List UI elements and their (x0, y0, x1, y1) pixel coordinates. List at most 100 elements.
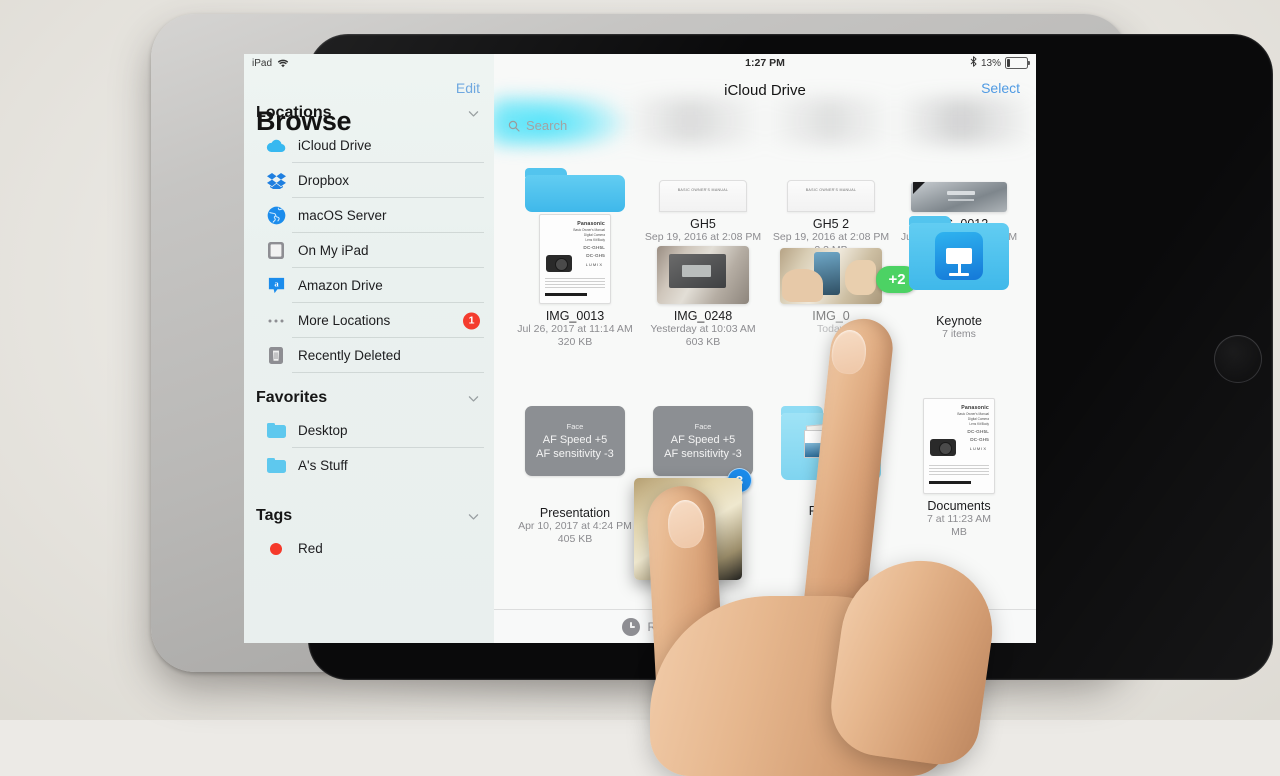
file-size: 405 KB (557, 532, 593, 545)
sidebar-item-amazon-drive[interactable]: a Amazon Drive (244, 268, 494, 303)
tab-browse[interactable]: Browse (841, 619, 908, 634)
dragged-file-stack[interactable] (634, 478, 742, 580)
sidebar-item-recently-deleted[interactable]: Recently Deleted (244, 338, 494, 373)
slide-line-2: AF Speed +5 (670, 433, 736, 446)
sidebar-item-macos-server[interactable]: macOS Server (244, 198, 494, 233)
file-browser-content: 1:27 PM 13% iCloud Drive Select Search B… (494, 54, 1036, 643)
amazon-icon: a (266, 276, 286, 296)
file-item[interactable]: Panasonic Basic Owner's Manual Digital C… (894, 398, 1024, 538)
photo-thumbnail (780, 248, 882, 304)
file-size: 603 KB (685, 335, 721, 348)
sidebar-item-label: macOS Server (298, 208, 387, 223)
section-title: Tags (256, 507, 293, 524)
file-item[interactable]: Keynote 7 items (894, 216, 1024, 341)
pdf-thumbnail: BASIC OWNER'S MANUAL (659, 180, 747, 212)
file-thumbnail: Panasonic Basic Owner's Manual Digital C… (510, 214, 640, 304)
pdf-caption: BASIC OWNER'S MANUAL (677, 188, 729, 192)
slide-thumbnail: Face AF Speed +5 AF sensitivity -3 (653, 406, 753, 476)
sidebar-item-on-my-ipad[interactable]: On My iPad (244, 233, 494, 268)
file-size: 320 KB (557, 335, 593, 348)
file-item[interactable]: Preview 4 items (766, 406, 896, 531)
file-name: IMG_0248 (673, 309, 733, 323)
select-button[interactable]: Select (981, 80, 1020, 96)
sidebar-item-label: Dropbox (298, 173, 350, 188)
doc-subtitle-3: Lens Kit/Body (969, 422, 989, 426)
tag-dot-icon (266, 539, 286, 559)
slide-line-3: AF sensitivity -3 (536, 447, 614, 460)
document-thumbnail: Panasonic Basic Owner's Manual Digital C… (923, 398, 995, 494)
chevron-down-icon[interactable] (467, 392, 480, 405)
sidebar-item-icloud-drive[interactable]: iCloud Drive (244, 128, 494, 163)
slide-line-3: AF sensitivity -3 (664, 447, 742, 460)
chevron-down-icon[interactable] (467, 510, 480, 523)
wifi-icon (277, 59, 289, 68)
sidebar-item-label: More Locations (298, 313, 391, 328)
doc-brand: Panasonic (961, 405, 989, 411)
navbar-title: iCloud Drive (724, 81, 806, 99)
doc-model-1: DC-GH5L (583, 245, 605, 250)
pdf-caption: BASIC OWNER'S MANUAL (805, 188, 857, 192)
sidebar-item-label: Red (298, 541, 323, 556)
section-header-tags[interactable]: Tags (244, 501, 494, 531)
sidebar-item-dropbox[interactable]: Dropbox (244, 163, 494, 198)
file-name: Presentation (539, 506, 611, 520)
battery-icon (1005, 57, 1030, 69)
sidebar-section-favorites: Favorites Desktop A's Stuff (244, 383, 494, 483)
dropbox-icon (266, 171, 286, 191)
doc-subtitle: Basic Owner's Manual (957, 412, 989, 416)
file-name: Preview (808, 504, 854, 518)
slide-thumbnail: Face AF Speed +5 AF sensitivity -3 (525, 406, 625, 476)
sidebar: iPad Edit Browse Locations iCloud Drive (244, 54, 495, 643)
sidebar-section-locations: Locations iCloud Drive Dropbox macOS Ser… (244, 98, 494, 373)
sidebar-item-more-locations[interactable]: More Locations 1 (244, 303, 494, 338)
sidebar-item-label: Amazon Drive (298, 278, 383, 293)
file-thumbnail (638, 216, 768, 304)
status-badge: 1 (463, 312, 480, 329)
doc-lumix-label: LUMIX (969, 446, 987, 451)
folder-icon (266, 456, 286, 476)
trash-icon (266, 346, 286, 366)
doc-subtitle-3: Lens Kit/Body (585, 238, 605, 242)
file-thumbnail (766, 406, 896, 494)
doc-subtitle-2: Digital Camera (967, 417, 989, 421)
file-thumbnail: Face AF Speed +5 AF sensitivity -3 (510, 406, 640, 494)
tab-recents[interactable]: Recents (622, 617, 692, 636)
photo-thumbnail (657, 246, 749, 304)
home-button[interactable] (1214, 335, 1262, 383)
photo-thumbnail (911, 182, 1007, 212)
search-input[interactable]: Search (526, 118, 567, 133)
file-thumbnail (894, 216, 1024, 304)
sidebar-item-tag-red[interactable]: Red (244, 531, 494, 566)
carrier-label: iPad (252, 57, 273, 69)
sidebar-section-tags: Tags Red (244, 501, 494, 566)
camera-illustration (930, 439, 956, 456)
file-item[interactable]: Panasonic Basic Owner's Manual Digital C… (510, 214, 640, 348)
file-meta: Today (816, 323, 846, 335)
file-name: Keynote (936, 314, 982, 328)
section-header-locations[interactable]: Locations (244, 98, 494, 128)
globe-icon (266, 206, 286, 226)
ellipsis-icon (266, 311, 286, 331)
search-bar[interactable]: Search (508, 112, 1022, 138)
doc-lumix-label: LUMIX (585, 262, 603, 267)
file-meta: 4 items (814, 518, 848, 530)
sidebar-item-desktop[interactable]: Desktop (244, 413, 494, 448)
file-meta: Apr 10, 2017 at 4:24 PM (518, 520, 632, 532)
slide-line-1: Face (566, 421, 584, 431)
file-item[interactable]: IMG_0248 Yesterday at 10:03 AM 603 KB (638, 216, 768, 348)
sidebar-item-as-stuff[interactable]: A's Stuff (244, 448, 494, 483)
sidebar-item-label: On My iPad (298, 243, 369, 258)
file-name: IMG_0013 (545, 309, 605, 323)
section-header-favorites[interactable]: Favorites (244, 383, 494, 413)
status-bar: iPad (244, 54, 494, 72)
chevron-down-icon[interactable] (467, 107, 480, 120)
file-size: MB (951, 525, 967, 538)
sidebar-item-label: Desktop (298, 423, 348, 438)
doc-subtitle: Basic Owner's Manual (573, 228, 605, 232)
svg-text:a: a (274, 278, 279, 288)
file-item[interactable]: Face AF Speed +5 AF sensitivity -3 Prese… (510, 406, 640, 545)
sidebar-item-label: iCloud Drive (298, 138, 372, 153)
edit-button[interactable]: Edit (456, 80, 480, 96)
search-icon (508, 119, 520, 132)
ipad-icon (266, 241, 286, 261)
